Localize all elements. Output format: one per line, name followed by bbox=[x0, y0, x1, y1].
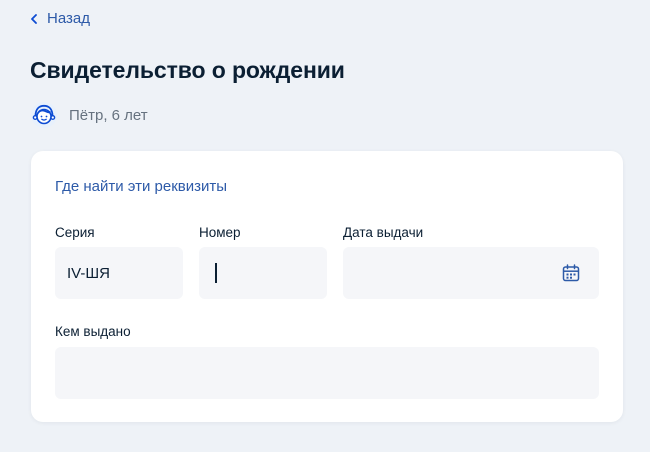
page-title: Свидетельство о рождении bbox=[30, 57, 345, 83]
text-cursor bbox=[215, 263, 217, 283]
issued-by-label: Кем выдано bbox=[55, 324, 131, 339]
series-value: IV-ШЯ bbox=[67, 264, 110, 282]
chevron-left-icon bbox=[31, 14, 37, 24]
child-name: Пётр, 6 лет bbox=[69, 106, 148, 124]
issue-date-label: Дата выдачи bbox=[343, 225, 424, 240]
back-link[interactable]: Назад bbox=[30, 9, 90, 29]
child-avatar-icon bbox=[31, 102, 57, 128]
issued-by-input[interactable] bbox=[55, 347, 599, 399]
issue-date-input[interactable] bbox=[343, 247, 599, 299]
series-input[interactable]: IV-ШЯ bbox=[55, 247, 183, 299]
number-input[interactable] bbox=[199, 247, 327, 299]
calendar-icon[interactable] bbox=[561, 263, 581, 283]
back-link-label: Назад bbox=[47, 10, 90, 27]
series-label: Серия bbox=[55, 225, 95, 240]
where-to-find-link[interactable]: Где найти эти реквизиты bbox=[55, 178, 227, 196]
certificate-form-card: Где найти эти реквизиты Серия IV-ШЯ Номе… bbox=[31, 151, 623, 422]
child-info: Пётр, 6 лет bbox=[30, 101, 148, 129]
number-label: Номер bbox=[199, 225, 241, 240]
